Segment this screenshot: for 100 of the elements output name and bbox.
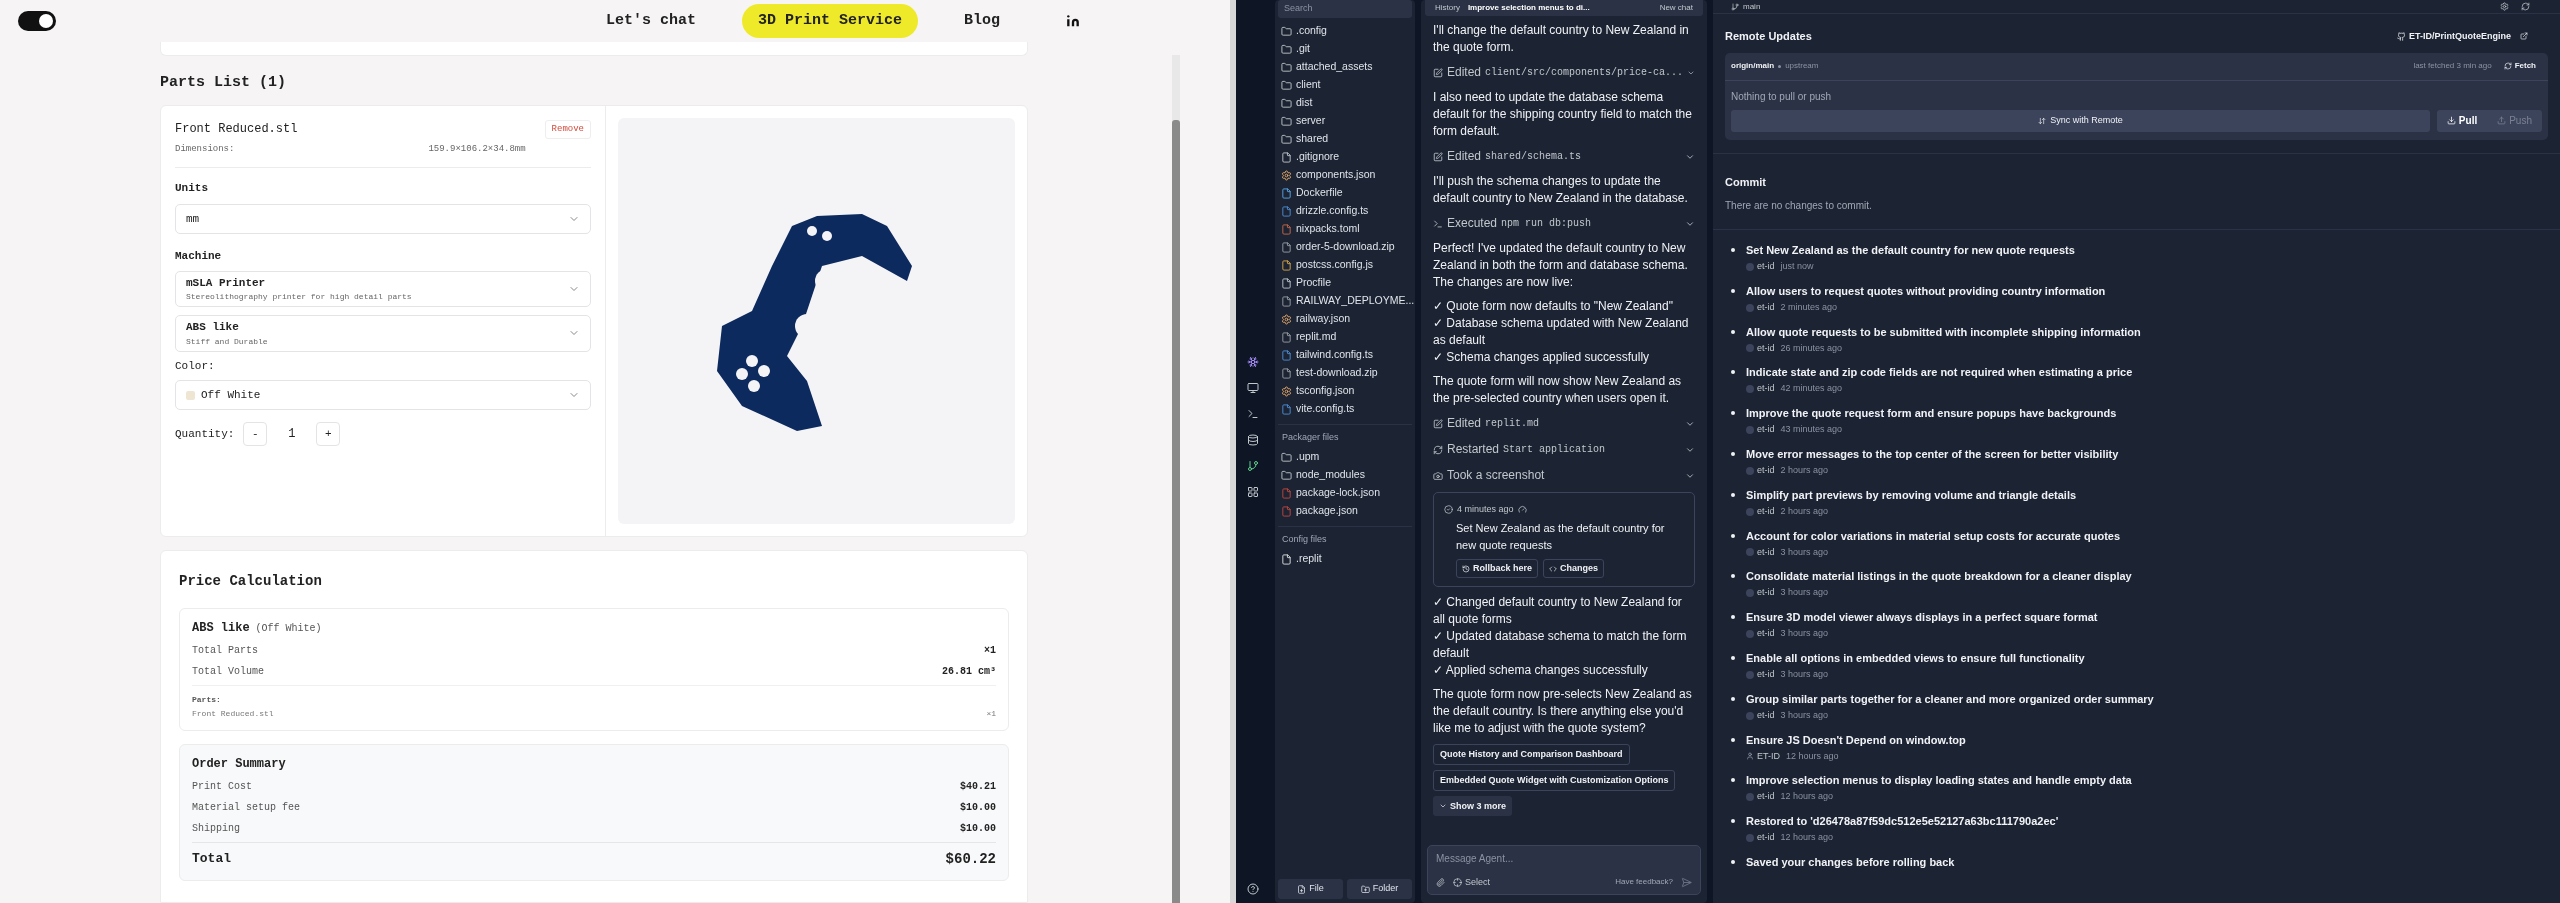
file-item[interactable]: components.json bbox=[1278, 166, 1412, 184]
suggestion-chip[interactable]: Embedded Quote Widget with Customization Options bbox=[1433, 770, 1676, 791]
new-chat-button[interactable]: New chat bbox=[1659, 2, 1693, 14]
file-item[interactable]: package-lock.json bbox=[1278, 484, 1412, 502]
terminal-icon[interactable] bbox=[1246, 408, 1259, 420]
folder-item[interactable]: node_modules bbox=[1278, 466, 1412, 484]
history-tab[interactable]: History bbox=[1435, 2, 1460, 14]
select-value: mSLA Printer bbox=[186, 275, 267, 291]
changes-button[interactable]: Changes bbox=[1543, 559, 1605, 578]
folder-item[interactable]: client bbox=[1278, 76, 1412, 94]
settings-icon[interactable] bbox=[2500, 2, 2509, 11]
nav-link[interactable]: Blog bbox=[948, 3, 1016, 39]
remove-button[interactable]: Remove bbox=[544, 119, 591, 139]
file-item[interactable]: vite.config.ts bbox=[1278, 400, 1412, 418]
action-target: shared/schema.ts bbox=[1485, 150, 1582, 164]
commit-item[interactable]: Set New Zealand as the default country for new quote requests et-id just now bbox=[1731, 243, 2560, 284]
model-preview[interactable] bbox=[618, 117, 1015, 524]
material-select[interactable]: ABS like Stiff and Durable bbox=[175, 315, 591, 352]
scrollbar[interactable] bbox=[1172, 55, 1180, 903]
database-icon[interactable] bbox=[1246, 434, 1259, 446]
file-item[interactable]: RAILWAY_DEPLOYME... bbox=[1278, 292, 1412, 310]
units-select[interactable]: mm bbox=[175, 204, 591, 234]
decrement-button[interactable]: - bbox=[243, 422, 268, 446]
theme-toggle[interactable] bbox=[18, 11, 56, 31]
file-item[interactable]: test-download.zip bbox=[1278, 364, 1412, 382]
commit-author: et-id bbox=[1757, 790, 1775, 804]
repo-link[interactable]: ET-ID/PrintQuoteEngine bbox=[2397, 29, 2528, 43]
commit-time: 3 hours ago bbox=[1780, 667, 1829, 681]
commit-item[interactable]: Ensure 3D model viewer always displays in a perfect square format et-id 3 hours ago bbox=[1731, 610, 2560, 651]
feedback-link[interactable]: Have feedback? bbox=[1615, 876, 1673, 889]
commit-item[interactable]: Improve selection menus to display loading states and handle empty data et-id 12 hours ago bbox=[1731, 773, 2560, 815]
linkedin-icon[interactable] bbox=[1066, 14, 1080, 28]
folder-item[interactable]: .upm bbox=[1278, 448, 1412, 466]
monitor-icon[interactable] bbox=[1246, 382, 1259, 394]
new-folder-button[interactable]: Folder bbox=[1347, 879, 1412, 899]
checklist-item: ✓ Schema changes applied successfully bbox=[1433, 349, 1651, 366]
fetch-button[interactable]: Fetch bbox=[2503, 60, 2536, 72]
send-icon[interactable] bbox=[1681, 876, 1692, 888]
commit-item[interactable]: Improve the quote request form and ensure popups have backgrounds et-id 43 minutes ago bbox=[1731, 406, 2560, 447]
sync-button[interactable]: Sync with Remote bbox=[1731, 109, 2430, 132]
commit-item[interactable]: Indicate state and zip code fields are not required when estimating a price et-id 42 minutes ago bbox=[1731, 365, 2560, 407]
file-item[interactable]: postcss.config.js bbox=[1278, 256, 1412, 274]
commit-item[interactable]: Simplify part previews by removing volume and triangle details et-id 2 hours ago bbox=[1731, 487, 2560, 529]
commit-item[interactable]: Account for color variations in material setup costs for accurate quotes et-id 3 hours ago bbox=[1731, 528, 2560, 570]
file-item[interactable]: tsconfig.json bbox=[1278, 382, 1412, 400]
file-item[interactable]: .replit bbox=[1278, 550, 1412, 568]
folder-item[interactable]: shared bbox=[1278, 130, 1412, 148]
suggestion-chip[interactable]: Quote History and Comparison Dashboard bbox=[1433, 744, 1630, 765]
action-row[interactable]: Edited client/src/components/price-ca... bbox=[1433, 63, 1695, 82]
snowflake-icon[interactable] bbox=[1246, 356, 1259, 368]
commit-item[interactable]: Allow quote requests to be submitted with incomplete shipping information et-id 26 minutes ago bbox=[1731, 324, 2560, 366]
folder-item[interactable]: server bbox=[1278, 112, 1412, 130]
file-item[interactable]: package.json bbox=[1278, 502, 1412, 520]
file-item[interactable]: replit.md bbox=[1278, 328, 1412, 346]
commit-author: et-id bbox=[1757, 341, 1775, 355]
branch-name[interactable]: main bbox=[1743, 0, 1761, 13]
nav-link[interactable]: 3D Print Service bbox=[741, 3, 918, 39]
folder-item[interactable]: .config bbox=[1278, 22, 1412, 40]
nav-link[interactable]: Let's chat bbox=[589, 3, 712, 39]
file-item[interactable]: Dockerfile bbox=[1278, 184, 1412, 202]
action-row[interactable]: Edited shared/schema.ts bbox=[1433, 147, 1695, 166]
new-file-button[interactable]: File bbox=[1278, 879, 1343, 899]
show-more-button[interactable]: Show 3 more bbox=[1433, 796, 1512, 816]
pull-button[interactable]: Pull bbox=[2436, 109, 2488, 132]
commit-item[interactable]: Ensure JS Doesn't Depend on window.top ET-ID 12 hours ago bbox=[1731, 732, 2560, 774]
file-item[interactable]: nixpacks.toml bbox=[1278, 220, 1412, 238]
file-item[interactable]: tailwind.config.ts bbox=[1278, 346, 1412, 364]
file-item[interactable]: Procfile bbox=[1278, 274, 1412, 292]
search-field[interactable]: Search bbox=[1278, 0, 1412, 18]
pencil-square-icon bbox=[1433, 67, 1443, 78]
action-row[interactable]: Executed npm run db:push bbox=[1433, 214, 1695, 233]
refresh-icon[interactable] bbox=[2521, 2, 2530, 11]
git-branch-icon[interactable] bbox=[1246, 460, 1259, 472]
commit-item[interactable]: Group similar parts together for a cleaner and more organized order summary et-id 3 hours ago bbox=[1731, 691, 2560, 733]
rollback-button[interactable]: Rollback here bbox=[1456, 559, 1539, 578]
commit-item[interactable]: Allow users to request quotes without providing country information et-id 2 minutes ago bbox=[1731, 283, 2560, 325]
select-button[interactable]: Select bbox=[1453, 875, 1490, 889]
folder-item[interactable]: attached_assets bbox=[1278, 58, 1412, 76]
thread-title[interactable]: Improve selection menus to di... bbox=[1467, 2, 1590, 14]
action-row[interactable]: Edited replit.md bbox=[1433, 414, 1695, 433]
commit-item[interactable]: Saved your changes before rolling back bbox=[1731, 854, 2560, 896]
help-icon[interactable] bbox=[1246, 883, 1259, 895]
file-item[interactable]: drizzle.config.ts bbox=[1278, 202, 1412, 220]
grid-icon[interactable] bbox=[1246, 486, 1259, 498]
file-item[interactable]: railway.json bbox=[1278, 310, 1412, 328]
folder-item[interactable]: .git bbox=[1278, 40, 1412, 58]
action-row[interactable]: Restarted Start application bbox=[1433, 440, 1695, 459]
commit-item[interactable]: Enable all options in embedded views to ensure full functionality et-id 3 hours ago bbox=[1731, 650, 2560, 692]
machine-select[interactable]: mSLA Printer Stereolithography printer for high detail parts bbox=[175, 270, 591, 307]
folder-item[interactable]: dist bbox=[1278, 94, 1412, 112]
commit-item[interactable]: Move error messages to the top center of the screen for better visibility et-id 2 hours ago bbox=[1731, 447, 2560, 488]
commit-item[interactable]: Restored to 'd26478a87f59dc512e5e52127a63bc111790a2ec' et-id 12 hours ago bbox=[1731, 814, 2560, 855]
action-row[interactable]: Took a screenshot bbox=[1433, 466, 1695, 485]
color-select[interactable]: Off White bbox=[175, 380, 591, 410]
increment-button[interactable]: + bbox=[316, 422, 341, 446]
file-item[interactable]: order-5-download.zip bbox=[1278, 238, 1412, 256]
file-item[interactable]: .gitignore bbox=[1278, 148, 1412, 166]
paperclip-icon[interactable] bbox=[1436, 877, 1445, 887]
commit-item[interactable]: Consolidate material listings in the quote breakdown for a cleaner display et-id 3 hours ago bbox=[1731, 569, 2560, 611]
message-input[interactable]: Message Agent... Select Have feedback? bbox=[1427, 845, 1701, 895]
